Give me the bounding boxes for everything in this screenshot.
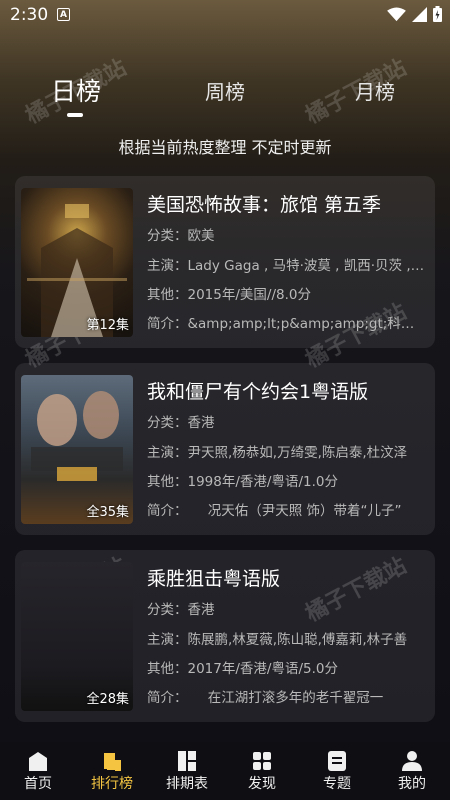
status-time: 2:30	[10, 5, 49, 25]
status-bar: 2:30 A	[0, 0, 450, 32]
ranking-icon	[104, 753, 121, 771]
card-cast: 主演：陈展鹏,林夏薇,陈山聪,傅嘉莉,林子善	[147, 632, 408, 648]
ranking-card[interactable]: 全28集 乘胜狙击粤语版 分类：香港 主演：陈展鹏,林夏薇,陈山聪,傅嘉莉,林子…	[15, 550, 435, 722]
card-cast: 主演：尹天照,杨恭如,万绮雯,陈启泰,杜汶泽	[147, 445, 408, 461]
nav-profile[interactable]: 我的	[377, 742, 447, 800]
ranking-card[interactable]: 第12集 美国恐怖故事：旅馆 第五季 分类：欧美 主演：Lady Gaga , …	[15, 176, 435, 348]
ranking-tabs: 日榜 周榜 月榜	[0, 76, 450, 116]
ranking-subtitle: 根据当前热度整理 不定时更新	[118, 138, 332, 157]
nav-label: 排行榜	[91, 776, 133, 792]
nav-discover[interactable]: 发现	[227, 742, 297, 800]
card-other: 其他：2015年/美国//8.0分	[147, 287, 311, 303]
profile-icon	[402, 751, 422, 771]
poster-image: 第12集	[21, 188, 133, 337]
episode-badge: 全28集	[86, 692, 129, 707]
wifi-icon	[387, 6, 406, 21]
discover-icon	[253, 752, 271, 770]
nav-label: 专题	[323, 776, 351, 792]
episode-badge: 全35集	[86, 505, 129, 520]
topic-icon	[328, 751, 346, 771]
episode-badge: 第12集	[86, 318, 129, 333]
card-title: 我和僵尸有个约会1粤语版	[147, 381, 369, 403]
schedule-icon	[178, 751, 196, 771]
tab-weekly[interactable]: 周榜	[205, 76, 245, 105]
nav-topic[interactable]: 专题	[302, 742, 372, 800]
card-category: 分类：香港	[147, 602, 215, 618]
card-cast: 主演：Lady Gaga , 马特·波莫 , 凯西·贝茨 , 萨拉·保罗森	[147, 258, 425, 274]
card-title: 乘胜狙击粤语版	[147, 568, 281, 590]
tab-indicator	[67, 113, 83, 117]
nav-label: 首页	[24, 776, 52, 792]
card-intro: 简介： 在江湖打滚多年的老千翟冠一	[147, 690, 384, 706]
bottom-navigation: 首页 排行榜 排期表 发现 专题 我的	[0, 742, 450, 800]
nav-ranking[interactable]: 排行榜	[77, 742, 147, 800]
card-other: 其他：1998年/香港/粤语/1.0分	[147, 474, 338, 490]
nav-label: 发现	[248, 776, 276, 792]
nav-schedule[interactable]: 排期表	[152, 742, 222, 800]
card-category: 分类：欧美	[147, 228, 215, 244]
poster-image: 全35集	[21, 375, 133, 524]
tab-monthly[interactable]: 月榜	[355, 76, 395, 105]
nav-label: 排期表	[166, 776, 208, 792]
status-icons	[387, 6, 442, 22]
notification-icon: A	[57, 8, 70, 21]
card-other: 其他：2017年/香港/粤语/5.0分	[147, 661, 338, 677]
nav-label: 我的	[398, 776, 426, 792]
home-icon	[29, 752, 47, 771]
card-category: 分类：香港	[147, 415, 215, 431]
signal-icon	[412, 6, 427, 22]
card-title: 美国恐怖故事：旅馆 第五季	[147, 194, 382, 216]
poster-image: 全28集	[21, 562, 133, 711]
battery-icon	[433, 6, 442, 22]
card-intro: 简介：&amp;amp;lt;p&amp;amp;gt;科特妮·考克斯	[147, 316, 425, 332]
nav-home[interactable]: 首页	[3, 742, 73, 800]
ranking-card[interactable]: 全35集 我和僵尸有个约会1粤语版 分类：香港 主演：尹天照,杨恭如,万绮雯,陈…	[15, 363, 435, 535]
card-intro: 简介： 况天佑（尹天照 饰）带着“儿子”	[147, 503, 402, 519]
tab-daily[interactable]: 日榜	[51, 72, 101, 108]
